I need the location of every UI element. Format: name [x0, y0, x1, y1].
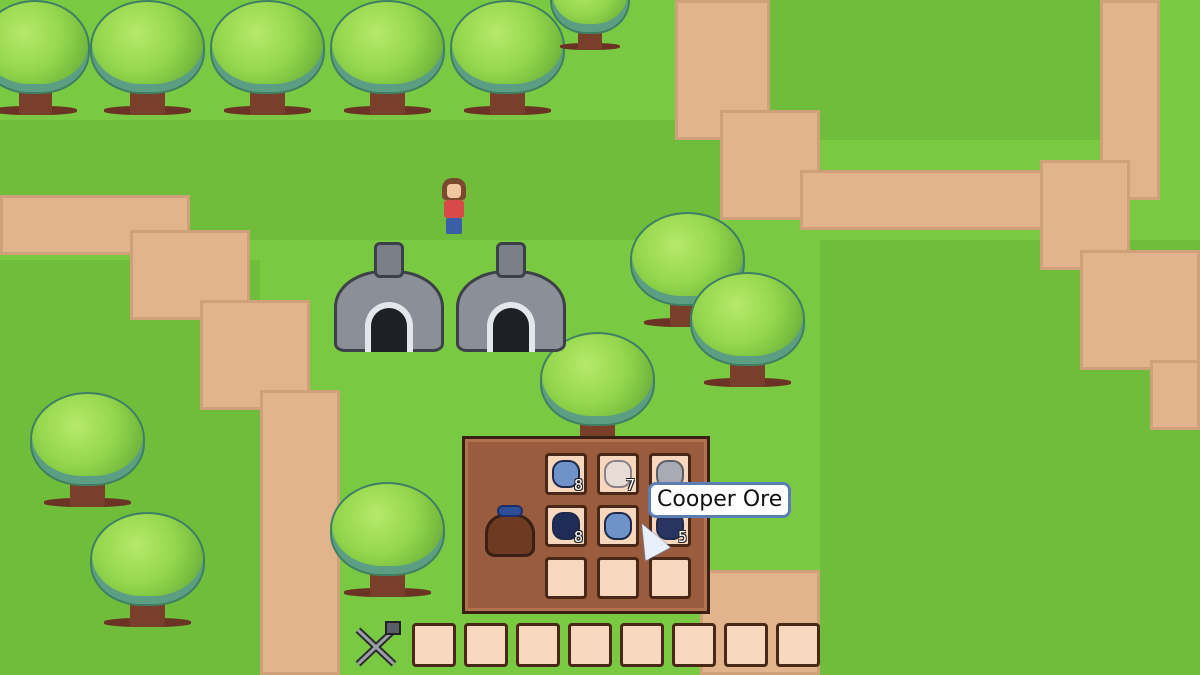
tree — [30, 392, 145, 507]
hotbar-slot[interactable] — [568, 623, 612, 667]
kiln-hut[interactable] — [456, 242, 566, 352]
hotbar-slot[interactable] — [516, 623, 560, 667]
inventory-slot[interactable]: 8 — [545, 505, 587, 547]
tree — [210, 0, 325, 115]
tree — [550, 0, 630, 50]
tree — [330, 0, 445, 115]
inventory-slot[interactable]: 8 — [545, 453, 587, 495]
tree — [90, 0, 205, 115]
hotbar-slot[interactable] — [672, 623, 716, 667]
item-quantity: 5 — [677, 528, 687, 546]
player-character — [440, 178, 468, 238]
tree — [90, 512, 205, 627]
tree — [690, 272, 805, 387]
inventory-slot[interactable]: 7 — [597, 453, 639, 495]
inventory-panel: 8 7 8 5 — [462, 436, 710, 614]
copper-ore-icon — [604, 512, 632, 540]
hotbar-slot[interactable] — [620, 623, 664, 667]
hotbar-slot[interactable] — [776, 623, 820, 667]
item-quantity: 8 — [573, 528, 583, 546]
inventory-slot-empty[interactable] — [545, 557, 587, 599]
tree — [0, 0, 90, 115]
inventory-slot-empty[interactable] — [597, 557, 639, 599]
dirt-path — [1150, 360, 1200, 430]
game-scene: 8 7 8 5 Cooper Ore — [0, 0, 1200, 675]
hotbar-slot[interactable] — [464, 623, 508, 667]
hotbar-slot[interactable] — [412, 623, 456, 667]
pickaxe-hammer-icon[interactable] — [350, 620, 404, 672]
bag-icon — [483, 499, 537, 559]
dirt-path — [1080, 250, 1200, 370]
item-tooltip: Cooper Ore — [648, 482, 792, 518]
item-quantity: 7 — [625, 476, 635, 494]
inventory-slot-empty[interactable] — [649, 557, 691, 599]
dirt-path — [260, 390, 340, 675]
kiln-hut[interactable] — [334, 242, 444, 352]
tree — [330, 482, 445, 597]
tree — [450, 0, 565, 115]
item-quantity: 8 — [573, 476, 583, 494]
inventory-slot[interactable] — [597, 505, 639, 547]
hotbar-slot[interactable] — [724, 623, 768, 667]
